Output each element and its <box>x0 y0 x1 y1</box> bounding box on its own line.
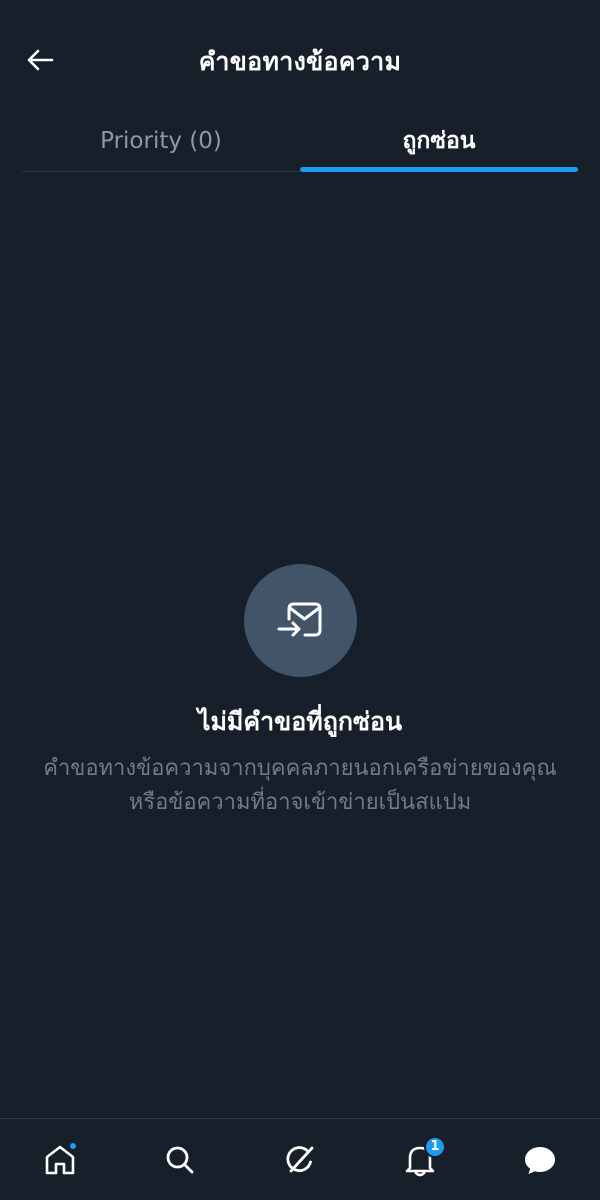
page-title: คำขอทางข้อความ <box>198 47 402 76</box>
nav-home[interactable] <box>30 1130 90 1190</box>
nav-messages[interactable] <box>510 1130 570 1190</box>
empty-state-description: คำขอทางข้อความจากบุคคลภายนอกเครือข่ายของ… <box>43 756 557 815</box>
notification-count-badge: 1 <box>424 1135 446 1158</box>
empty-state-icon-circle <box>244 564 357 677</box>
screen: คำขอทางข้อความ Priority (0) ถูกซ่อน ไม่ม… <box>0 0 600 1200</box>
nav-grok[interactable] <box>270 1130 330 1190</box>
grok-icon <box>286 1145 314 1172</box>
nav-notifications[interactable]: 1 <box>390 1130 450 1190</box>
bottom-navigation: 1 <box>0 1118 600 1200</box>
envelope-arrow-icon <box>277 602 321 636</box>
active-tab-indicator <box>300 167 578 172</box>
tab-hidden[interactable]: ถูกซ่อน <box>300 110 578 172</box>
home-unread-dot <box>69 1141 77 1150</box>
header: คำขอทางข้อความ <box>0 0 600 115</box>
message-bubble-icon <box>525 1146 555 1174</box>
nav-search[interactable] <box>150 1130 210 1190</box>
search-icon <box>166 1146 194 1173</box>
tab-hidden-label: ถูกซ่อน <box>402 127 476 154</box>
tab-priority[interactable]: Priority (0) <box>22 110 300 171</box>
tab-priority-label: Priority (0) <box>100 127 222 154</box>
tab-bar: Priority (0) ถูกซ่อน <box>22 110 578 172</box>
empty-state-title: ไม่มีคำขอที่ถูกซ่อน <box>197 707 403 736</box>
